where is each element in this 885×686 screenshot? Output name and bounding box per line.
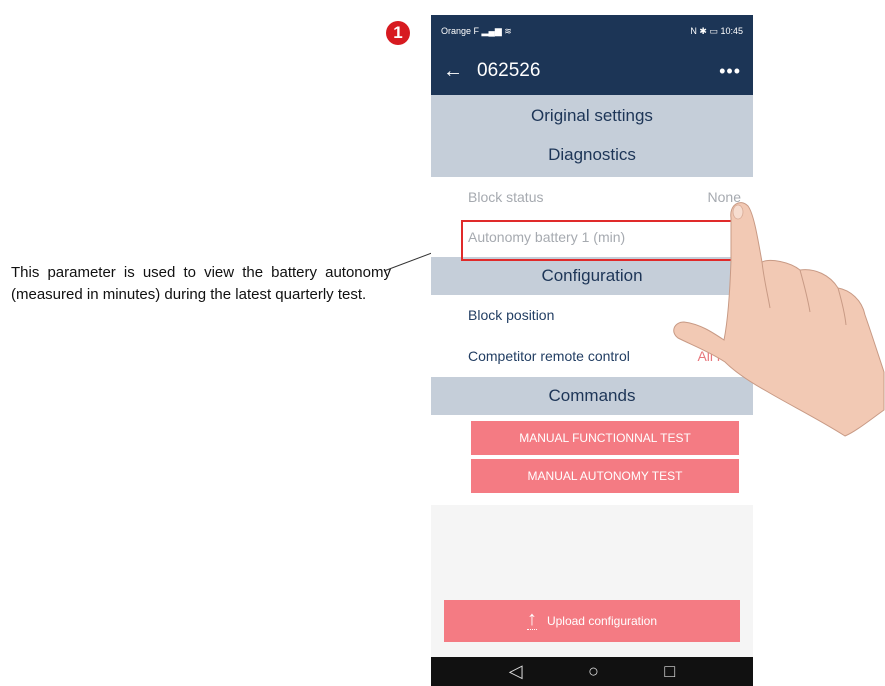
upload-arrow-icon: ↑ bbox=[526, 608, 537, 630]
block-status-label: Block status bbox=[468, 189, 544, 205]
more-options-icon[interactable]: ••• bbox=[719, 61, 741, 82]
nav-recents-icon[interactable]: □ bbox=[664, 661, 675, 682]
android-nav-bar: ◁ ○ □ bbox=[431, 657, 753, 686]
nav-home-icon[interactable]: ○ bbox=[588, 661, 599, 682]
commands-area: MANUAL FUNCTIONNAL TEST MANUAL AUTONOMY … bbox=[431, 415, 753, 505]
row-block-status: Block status None bbox=[431, 177, 753, 217]
highlight-box bbox=[461, 220, 746, 261]
clock: 10:45 bbox=[720, 25, 743, 36]
block-status-value: None bbox=[707, 189, 741, 205]
app-bar: ← 062526 ••• bbox=[431, 47, 753, 95]
status-bar: Orange F ▂▄▆ ≋ N ✱ ▭ 10:45 bbox=[431, 15, 753, 47]
signal-wifi-icon: ▂▄▆ ≋ bbox=[481, 25, 512, 36]
device-title: 062526 bbox=[477, 60, 541, 81]
section-diagnostics[interactable]: Diagnostics bbox=[431, 137, 753, 177]
back-arrow-icon[interactable]: ← bbox=[443, 60, 477, 83]
block-position-label: Block position bbox=[468, 307, 555, 323]
phone-screen: Orange F ▂▄▆ ≋ N ✱ ▭ 10:45 ← 062526 ••• … bbox=[431, 15, 753, 686]
section-configuration[interactable]: Configuration bbox=[431, 257, 753, 295]
competitor-remote-value[interactable]: All rem bbox=[697, 348, 741, 364]
manual-autonomy-test-button[interactable]: MANUAL AUTONOMY TEST bbox=[471, 459, 739, 493]
carrier-label: Orange F ▂▄▆ ≋ bbox=[441, 25, 512, 36]
row-block-position[interactable]: Block position 0 bbox=[431, 295, 753, 335]
upload-label: Upload configuration bbox=[546, 614, 658, 628]
manual-functional-test-button[interactable]: MANUAL FUNCTIONNAL TEST bbox=[471, 421, 739, 455]
status-icons: N ✱ ▭ 10:45 bbox=[690, 25, 743, 36]
nav-back-icon[interactable]: ◁ bbox=[509, 661, 523, 682]
section-commands[interactable]: Commands bbox=[431, 377, 753, 415]
row-competitor-remote[interactable]: Competitor remote control All rem bbox=[431, 335, 753, 377]
competitor-remote-label: Competitor remote control bbox=[468, 348, 630, 364]
block-position-value[interactable]: 0 bbox=[733, 307, 741, 323]
section-original-settings[interactable]: Original settings bbox=[431, 95, 753, 137]
upload-configuration-button[interactable]: ↑ Upload configuration bbox=[444, 600, 740, 642]
